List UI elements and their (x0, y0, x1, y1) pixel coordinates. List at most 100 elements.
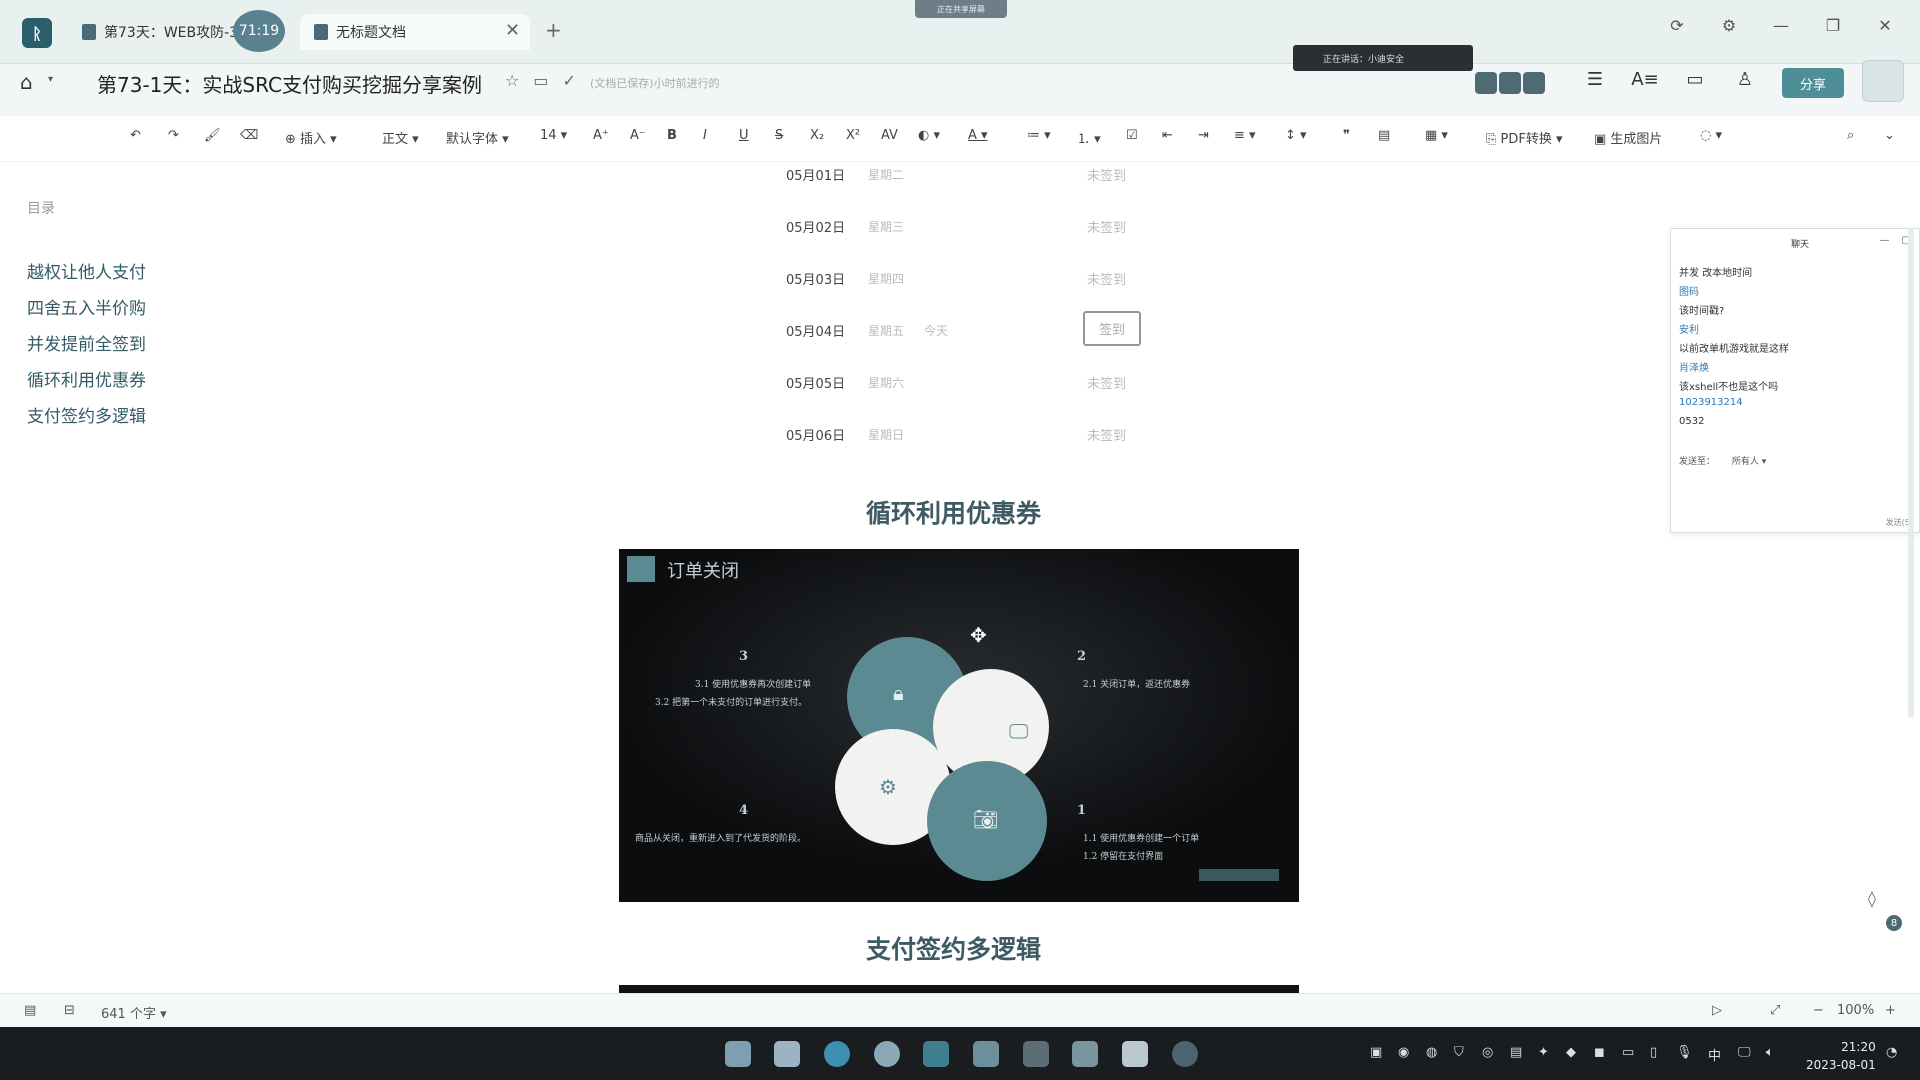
photos-app-icon[interactable] (973, 1041, 999, 1067)
increase-font-icon[interactable]: A⁺ (593, 128, 609, 143)
close-icon[interactable]: ✕ (505, 20, 520, 41)
search-icon[interactable]: ⌕ (1847, 128, 1854, 143)
font-color-icon[interactable]: A ▾ (968, 128, 988, 143)
ime-icon[interactable]: 中 (1708, 1045, 1721, 1064)
eraser-icon[interactable]: ⌫ (240, 128, 258, 143)
battery-icon[interactable]: ▯ (1650, 1045, 1657, 1060)
zoom-in-icon[interactable]: + (1885, 1003, 1896, 1018)
network-icon[interactable]: 🖵 (1738, 1045, 1751, 1060)
notification-icon[interactable]: ◔ (1886, 1045, 1897, 1060)
tray-app-icon[interactable]: ◆ (1566, 1045, 1576, 1060)
outline-item[interactable]: 越权让他人支付 (27, 258, 146, 283)
user-avatar[interactable] (1862, 60, 1904, 102)
chat-panel[interactable]: 聊天 — ▢ 并发 改本地时间 图码 该时间戳? 安利 以前改单机游戏就是这样 … (1670, 228, 1920, 533)
app-logo[interactable]: ᚱ (22, 18, 52, 48)
bullet-list-icon[interactable]: ≔ ▾ (1027, 128, 1051, 143)
bold-button[interactable]: B (667, 128, 677, 143)
scrollbar[interactable] (1908, 228, 1914, 718)
system-clock[interactable]: 21:20 2023-08-01 (1806, 1038, 1876, 1074)
volume-icon[interactable]: 🔈︎ (1766, 1045, 1774, 1060)
present-icon[interactable]: ▭ (1682, 66, 1708, 92)
minimize-icon[interactable]: — (1766, 10, 1796, 40)
avatar[interactable] (1499, 72, 1521, 94)
star-icon[interactable]: ☆ (505, 71, 519, 90)
subscript-icon[interactable]: X₂ (810, 128, 824, 143)
line-spacing-icon[interactable]: ↕ ▾ (1285, 128, 1307, 143)
chrome-browser-icon[interactable] (874, 1041, 900, 1067)
share-button[interactable]: 分享 (1782, 68, 1844, 98)
file-explorer-icon[interactable] (774, 1041, 800, 1067)
minimize-icon[interactable]: — (1880, 235, 1890, 246)
underline-button[interactable]: U (739, 128, 749, 143)
tray-app-icon[interactable]: ◎ (1482, 1045, 1493, 1060)
decrease-font-icon[interactable]: A⁻ (630, 128, 646, 143)
more-icon[interactable]: ◌ ▾ (1700, 128, 1722, 143)
checklist-icon[interactable]: ☑ (1126, 128, 1138, 143)
pdf-convert-button[interactable]: ⎘ PDF转换 ▾ (1486, 128, 1563, 147)
tab-untitled[interactable]: 无标题文档 (300, 14, 530, 50)
superscript-icon[interactable]: X² (846, 128, 860, 143)
shield-icon[interactable]: ⛉ (1454, 1045, 1464, 1060)
tray-app-icon[interactable]: ▣ (1370, 1045, 1382, 1060)
insert-button[interactable]: ⊕ 插入 ▾ (285, 128, 337, 147)
tray-app-icon[interactable]: ✦ (1538, 1045, 1549, 1060)
notepad-app-icon[interactable] (1122, 1041, 1148, 1067)
close-window-icon[interactable]: ✕ (1870, 10, 1900, 40)
zoom-level[interactable]: 100% (1837, 1003, 1874, 1018)
tray-app-icon[interactable]: ◍ (1426, 1045, 1437, 1060)
check-icon[interactable]: ✓ (562, 71, 575, 90)
outline-toggle-icon[interactable]: ▤ (24, 1003, 36, 1018)
undo-icon[interactable]: ↶ (130, 128, 141, 143)
font-size-select[interactable]: 14 ▾ (540, 128, 567, 143)
quote-icon[interactable]: ❞ (1343, 128, 1350, 143)
tray-app-icon[interactable]: ◼ (1594, 1045, 1605, 1060)
tray-app-icon[interactable]: ▭ (1622, 1045, 1634, 1060)
edge-browser-icon[interactable] (824, 1041, 850, 1067)
settings-icon[interactable]: ⚙ (1714, 10, 1744, 40)
block-icon[interactable]: ▤ (1378, 128, 1390, 143)
play-icon[interactable]: ▷ (1712, 1003, 1722, 1018)
chat-recipient[interactable]: 发送至： 所有人 ▾ (1679, 454, 1766, 467)
terminal-app-icon[interactable] (1023, 1041, 1049, 1067)
zoom-out-icon[interactable]: − (1813, 1003, 1824, 1018)
tray-app-icon[interactable]: ◉ (1398, 1045, 1409, 1060)
collaborate-icon[interactable]: ♙ (1732, 66, 1758, 92)
indent-decrease-icon[interactable]: ⇤ (1162, 128, 1173, 143)
meeting-app-icon[interactable] (1172, 1041, 1198, 1067)
outline-item[interactable]: 并发提前全签到 (27, 330, 146, 355)
task-view-icon[interactable] (725, 1041, 751, 1067)
docs-app-icon[interactable] (923, 1041, 949, 1067)
generate-image-button[interactable]: ▣ 生成图片 (1594, 128, 1662, 147)
indent-increase-icon[interactable]: ⇥ (1198, 128, 1209, 143)
text-format-icon[interactable]: A≡ (1631, 66, 1658, 92)
send-to-select[interactable]: 所有人 (1732, 457, 1759, 467)
strikethrough-button[interactable]: S (775, 128, 783, 143)
menu-icon[interactable]: ☰ (1582, 66, 1608, 92)
chevron-down-icon[interactable]: ▾ (48, 74, 53, 85)
font-select[interactable]: 默认字体 ▾ (446, 128, 509, 147)
network-app-icon[interactable] (1072, 1041, 1098, 1067)
slide-image[interactable]: 订单关闭 🔒︎ 🖵 ⚙ 📷︎ 3 3.1 使用优惠券再次创建订单 3.2 把第一… (619, 549, 1299, 902)
tray-app-icon[interactable]: ▤ (1510, 1045, 1522, 1060)
style-select[interactable]: 正文 ▾ (382, 128, 419, 147)
collaborator-avatars[interactable] (1475, 72, 1545, 94)
next-slide-image[interactable] (619, 985, 1299, 993)
format-painter-icon[interactable]: 🖌 (204, 128, 221, 143)
redo-icon[interactable]: ↷ (168, 128, 179, 143)
refresh-icon[interactable]: ⟳ (1662, 10, 1692, 40)
sign-in-button[interactable]: 签到 (1083, 311, 1141, 346)
document-title[interactable]: 第73-1天：实战SRC支付购买挖掘分享案例 (97, 69, 482, 98)
char-spacing-icon[interactable]: AV (881, 128, 898, 143)
maximize-icon[interactable]: ❐ (1818, 10, 1848, 40)
avatar[interactable] (1523, 72, 1545, 94)
folder-icon[interactable]: ▭ (533, 71, 548, 90)
fullscreen-icon[interactable]: ⤢ (1770, 1003, 1780, 1018)
assistant-icon[interactable]: ◊ (1868, 889, 1892, 913)
home-icon[interactable]: ⌂ (20, 70, 33, 94)
microphone-icon[interactable]: 🎙︎ (1676, 1045, 1693, 1060)
align-icon[interactable]: ≡ ▾ (1234, 128, 1256, 143)
chevron-down-icon[interactable]: ⌄ (1884, 128, 1895, 143)
outline-item[interactable]: 四舍五入半价购 (27, 294, 146, 319)
highlight-icon[interactable]: ◐ ▾ (918, 128, 940, 143)
add-tab-icon[interactable]: + (545, 18, 562, 42)
